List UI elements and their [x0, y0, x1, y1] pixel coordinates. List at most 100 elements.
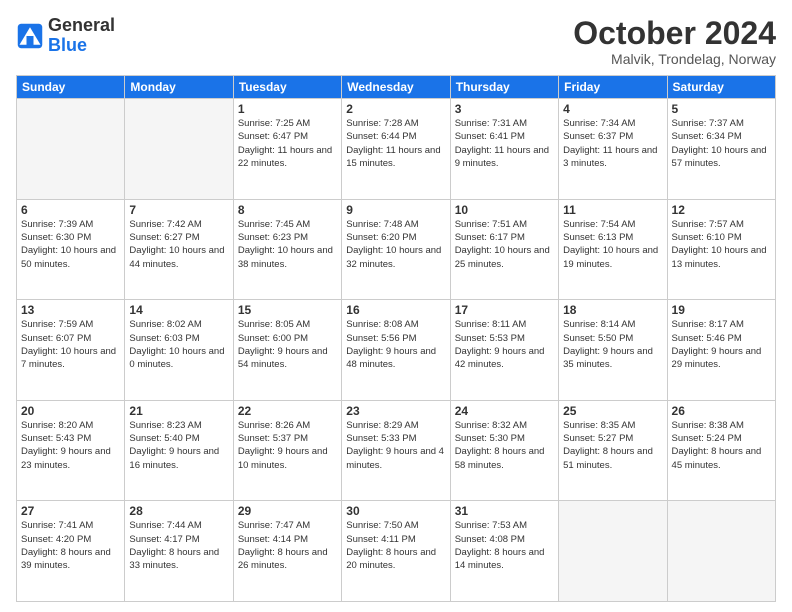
- title-block: October 2024 Malvik, Trondelag, Norway: [573, 16, 776, 67]
- day-info: Sunrise: 7:50 AMSunset: 4:11 PMDaylight:…: [346, 519, 445, 572]
- day-number: 18: [563, 303, 662, 317]
- day-cell: 17Sunrise: 8:11 AMSunset: 5:53 PMDayligh…: [450, 300, 558, 401]
- day-cell: 27Sunrise: 7:41 AMSunset: 4:20 PMDayligh…: [17, 501, 125, 602]
- day-cell: 1Sunrise: 7:25 AMSunset: 6:47 PMDaylight…: [233, 99, 341, 200]
- day-cell: 22Sunrise: 8:26 AMSunset: 5:37 PMDayligh…: [233, 400, 341, 501]
- day-info: Sunrise: 7:37 AMSunset: 6:34 PMDaylight:…: [672, 117, 771, 170]
- day-info: Sunrise: 8:29 AMSunset: 5:33 PMDaylight:…: [346, 419, 445, 472]
- location: Malvik, Trondelag, Norway: [573, 51, 776, 67]
- day-cell: 14Sunrise: 8:02 AMSunset: 6:03 PMDayligh…: [125, 300, 233, 401]
- day-cell: [125, 99, 233, 200]
- day-cell: 5Sunrise: 7:37 AMSunset: 6:34 PMDaylight…: [667, 99, 775, 200]
- week-row-3: 20Sunrise: 8:20 AMSunset: 5:43 PMDayligh…: [17, 400, 776, 501]
- day-cell: 4Sunrise: 7:34 AMSunset: 6:37 PMDaylight…: [559, 99, 667, 200]
- day-cell: 6Sunrise: 7:39 AMSunset: 6:30 PMDaylight…: [17, 199, 125, 300]
- day-info: Sunrise: 8:08 AMSunset: 5:56 PMDaylight:…: [346, 318, 445, 371]
- day-info: Sunrise: 7:54 AMSunset: 6:13 PMDaylight:…: [563, 218, 662, 271]
- day-info: Sunrise: 7:31 AMSunset: 6:41 PMDaylight:…: [455, 117, 554, 170]
- day-info: Sunrise: 8:38 AMSunset: 5:24 PMDaylight:…: [672, 419, 771, 472]
- weekday-header-monday: Monday: [125, 76, 233, 99]
- day-info: Sunrise: 7:53 AMSunset: 4:08 PMDaylight:…: [455, 519, 554, 572]
- day-number: 8: [238, 203, 337, 217]
- day-cell: 28Sunrise: 7:44 AMSunset: 4:17 PMDayligh…: [125, 501, 233, 602]
- day-cell: 31Sunrise: 7:53 AMSunset: 4:08 PMDayligh…: [450, 501, 558, 602]
- day-number: 2: [346, 102, 445, 116]
- day-number: 31: [455, 504, 554, 518]
- day-number: 25: [563, 404, 662, 418]
- month-title: October 2024: [573, 16, 776, 51]
- day-cell: 15Sunrise: 8:05 AMSunset: 6:00 PMDayligh…: [233, 300, 341, 401]
- day-cell: 9Sunrise: 7:48 AMSunset: 6:20 PMDaylight…: [342, 199, 450, 300]
- day-number: 6: [21, 203, 120, 217]
- day-info: Sunrise: 7:25 AMSunset: 6:47 PMDaylight:…: [238, 117, 337, 170]
- day-info: Sunrise: 7:42 AMSunset: 6:27 PMDaylight:…: [129, 218, 228, 271]
- week-row-0: 1Sunrise: 7:25 AMSunset: 6:47 PMDaylight…: [17, 99, 776, 200]
- logo-text: General Blue: [48, 16, 115, 56]
- page: General Blue October 2024 Malvik, Tronde…: [0, 0, 792, 612]
- weekday-header-friday: Friday: [559, 76, 667, 99]
- day-number: 21: [129, 404, 228, 418]
- day-info: Sunrise: 7:51 AMSunset: 6:17 PMDaylight:…: [455, 218, 554, 271]
- day-cell: 10Sunrise: 7:51 AMSunset: 6:17 PMDayligh…: [450, 199, 558, 300]
- day-cell: 16Sunrise: 8:08 AMSunset: 5:56 PMDayligh…: [342, 300, 450, 401]
- day-number: 13: [21, 303, 120, 317]
- day-cell: 3Sunrise: 7:31 AMSunset: 6:41 PMDaylight…: [450, 99, 558, 200]
- day-info: Sunrise: 8:11 AMSunset: 5:53 PMDaylight:…: [455, 318, 554, 371]
- day-cell: 30Sunrise: 7:50 AMSunset: 4:11 PMDayligh…: [342, 501, 450, 602]
- day-info: Sunrise: 8:02 AMSunset: 6:03 PMDaylight:…: [129, 318, 228, 371]
- day-cell: 12Sunrise: 7:57 AMSunset: 6:10 PMDayligh…: [667, 199, 775, 300]
- day-number: 17: [455, 303, 554, 317]
- day-number: 12: [672, 203, 771, 217]
- day-cell: 8Sunrise: 7:45 AMSunset: 6:23 PMDaylight…: [233, 199, 341, 300]
- weekday-header-saturday: Saturday: [667, 76, 775, 99]
- day-number: 22: [238, 404, 337, 418]
- day-info: Sunrise: 8:20 AMSunset: 5:43 PMDaylight:…: [21, 419, 120, 472]
- day-info: Sunrise: 7:28 AMSunset: 6:44 PMDaylight:…: [346, 117, 445, 170]
- day-number: 20: [21, 404, 120, 418]
- day-number: 16: [346, 303, 445, 317]
- day-info: Sunrise: 8:05 AMSunset: 6:00 PMDaylight:…: [238, 318, 337, 371]
- day-info: Sunrise: 7:34 AMSunset: 6:37 PMDaylight:…: [563, 117, 662, 170]
- day-number: 27: [21, 504, 120, 518]
- day-info: Sunrise: 7:48 AMSunset: 6:20 PMDaylight:…: [346, 218, 445, 271]
- day-cell: [17, 99, 125, 200]
- day-number: 15: [238, 303, 337, 317]
- logo: General Blue: [16, 16, 115, 56]
- week-row-2: 13Sunrise: 7:59 AMSunset: 6:07 PMDayligh…: [17, 300, 776, 401]
- day-info: Sunrise: 8:32 AMSunset: 5:30 PMDaylight:…: [455, 419, 554, 472]
- day-cell: [559, 501, 667, 602]
- weekday-header-tuesday: Tuesday: [233, 76, 341, 99]
- logo-icon: [16, 22, 44, 50]
- header: General Blue October 2024 Malvik, Tronde…: [16, 16, 776, 67]
- day-cell: 2Sunrise: 7:28 AMSunset: 6:44 PMDaylight…: [342, 99, 450, 200]
- day-info: Sunrise: 8:26 AMSunset: 5:37 PMDaylight:…: [238, 419, 337, 472]
- day-cell: 23Sunrise: 8:29 AMSunset: 5:33 PMDayligh…: [342, 400, 450, 501]
- day-cell: 25Sunrise: 8:35 AMSunset: 5:27 PMDayligh…: [559, 400, 667, 501]
- day-info: Sunrise: 8:14 AMSunset: 5:50 PMDaylight:…: [563, 318, 662, 371]
- week-row-4: 27Sunrise: 7:41 AMSunset: 4:20 PMDayligh…: [17, 501, 776, 602]
- day-number: 14: [129, 303, 228, 317]
- day-cell: [667, 501, 775, 602]
- day-number: 7: [129, 203, 228, 217]
- day-info: Sunrise: 7:39 AMSunset: 6:30 PMDaylight:…: [21, 218, 120, 271]
- day-info: Sunrise: 7:47 AMSunset: 4:14 PMDaylight:…: [238, 519, 337, 572]
- day-cell: 24Sunrise: 8:32 AMSunset: 5:30 PMDayligh…: [450, 400, 558, 501]
- day-number: 28: [129, 504, 228, 518]
- day-info: Sunrise: 7:41 AMSunset: 4:20 PMDaylight:…: [21, 519, 120, 572]
- weekday-header-sunday: Sunday: [17, 76, 125, 99]
- weekday-header-row: SundayMondayTuesdayWednesdayThursdayFrid…: [17, 76, 776, 99]
- logo-blue: Blue: [48, 35, 87, 55]
- day-cell: 29Sunrise: 7:47 AMSunset: 4:14 PMDayligh…: [233, 501, 341, 602]
- day-info: Sunrise: 7:45 AMSunset: 6:23 PMDaylight:…: [238, 218, 337, 271]
- weekday-header-thursday: Thursday: [450, 76, 558, 99]
- day-number: 24: [455, 404, 554, 418]
- day-info: Sunrise: 8:17 AMSunset: 5:46 PMDaylight:…: [672, 318, 771, 371]
- day-number: 3: [455, 102, 554, 116]
- day-number: 11: [563, 203, 662, 217]
- day-number: 9: [346, 203, 445, 217]
- day-info: Sunrise: 8:23 AMSunset: 5:40 PMDaylight:…: [129, 419, 228, 472]
- day-number: 29: [238, 504, 337, 518]
- day-cell: 19Sunrise: 8:17 AMSunset: 5:46 PMDayligh…: [667, 300, 775, 401]
- logo-general: General: [48, 15, 115, 35]
- day-number: 10: [455, 203, 554, 217]
